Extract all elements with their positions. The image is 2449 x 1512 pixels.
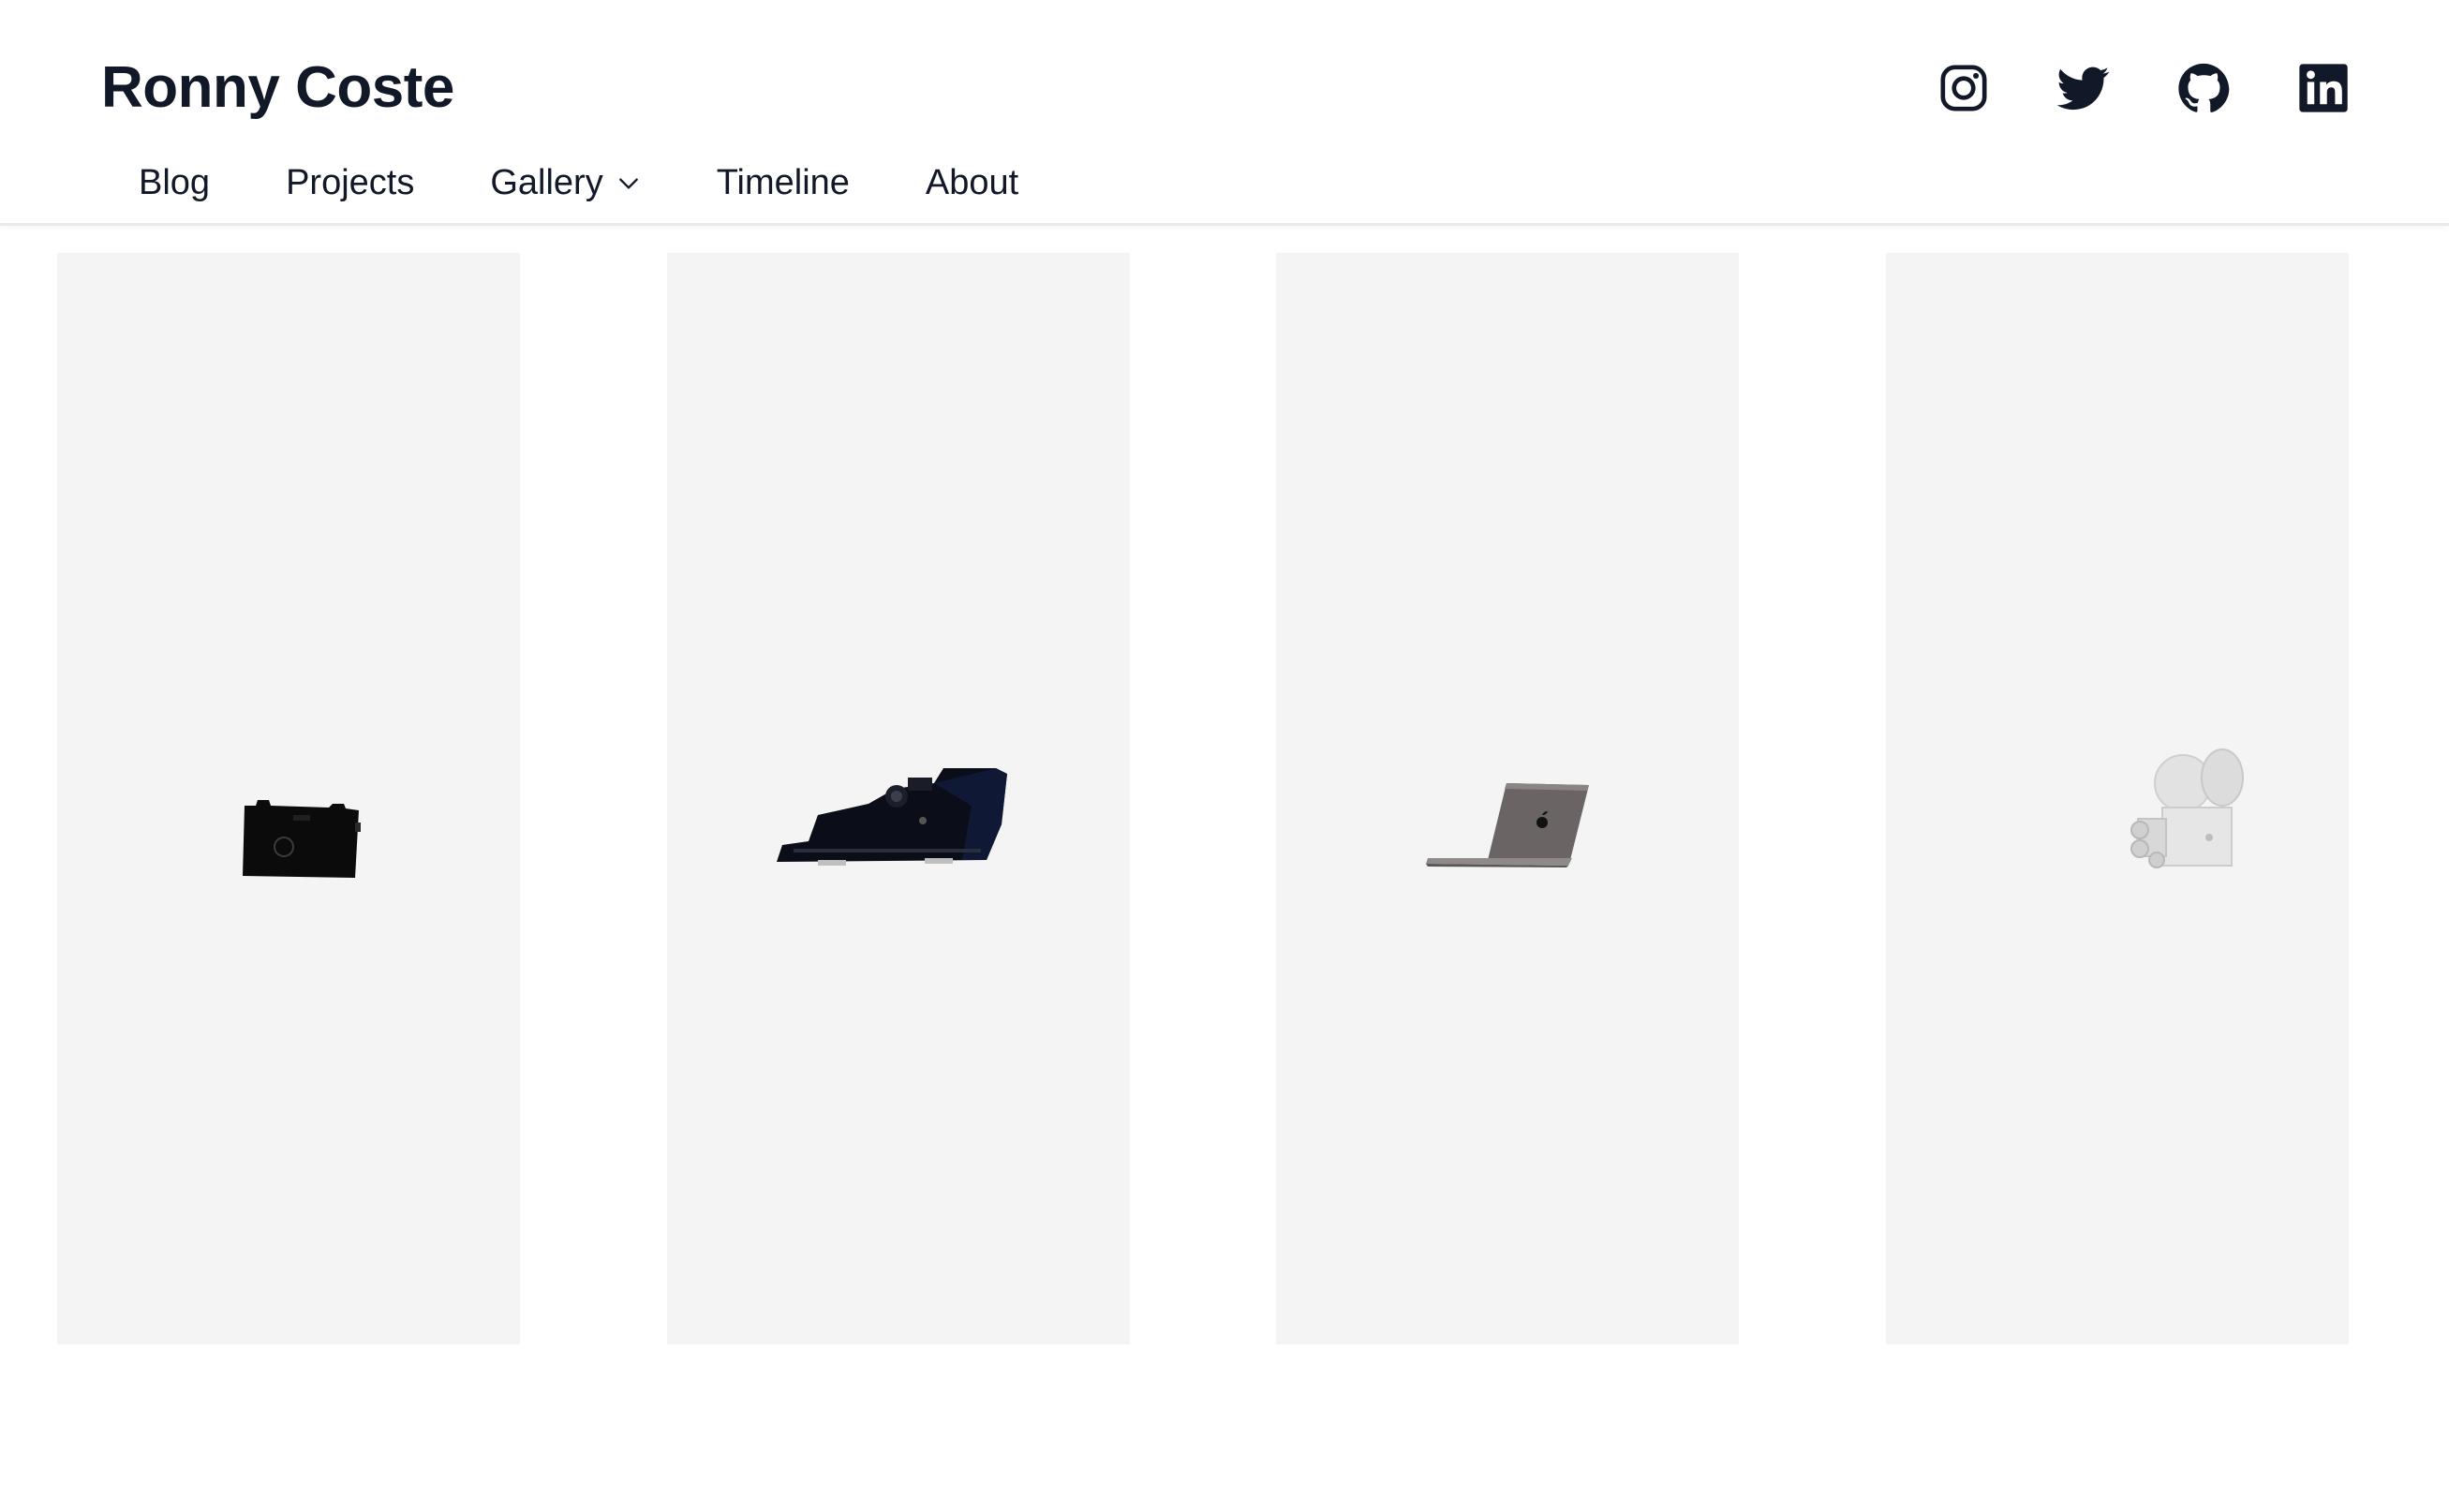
gallery-card-laptop[interactable] bbox=[1276, 253, 1740, 1344]
site-title[interactable]: Ronny Coste bbox=[101, 49, 454, 127]
nav-item-timeline[interactable]: Timeline bbox=[717, 150, 850, 215]
nav-item-blog[interactable]: Blog bbox=[139, 150, 210, 215]
twitter-icon bbox=[2057, 67, 2110, 111]
gallery-card-camera[interactable] bbox=[57, 253, 520, 1344]
nav-item-gallery[interactable]: Gallery bbox=[490, 150, 640, 215]
nav-item-label: Timeline bbox=[716, 163, 850, 202]
nav-item-label: Projects bbox=[286, 163, 415, 202]
film-camera-icon bbox=[243, 800, 361, 878]
movie-camera-icon bbox=[2130, 749, 2244, 868]
chevron-down-icon bbox=[618, 178, 638, 189]
instagram-icon bbox=[1940, 65, 1987, 111]
nav-item-projects[interactable]: Projects bbox=[286, 150, 414, 215]
gallery-card-movie-camera[interactable] bbox=[1885, 253, 2349, 1344]
linkedin-icon bbox=[2299, 64, 2348, 112]
linkedin-link[interactable] bbox=[2295, 60, 2352, 116]
main-nav: Blog Projects Gallery Timeline About bbox=[139, 150, 1018, 215]
social-links bbox=[1936, 60, 2352, 116]
gallery-grid bbox=[57, 253, 2349, 1344]
site-header: Ronny Coste Blog Projects Gallery Timeli… bbox=[0, 0, 2449, 226]
typewriter-icon bbox=[776, 768, 1007, 866]
gallery-card-typewriter[interactable] bbox=[666, 253, 1130, 1344]
laptop-icon bbox=[1426, 783, 1590, 867]
instagram-link[interactable] bbox=[1936, 60, 1992, 116]
nav-item-label: About bbox=[925, 163, 1019, 202]
nav-item-label: Gallery bbox=[490, 163, 603, 202]
nav-item-about[interactable]: About bbox=[926, 150, 1018, 215]
github-icon bbox=[2178, 63, 2230, 112]
github-link[interactable] bbox=[2175, 60, 2232, 116]
nav-item-label: Blog bbox=[139, 163, 211, 202]
twitter-link[interactable] bbox=[2056, 60, 2112, 116]
